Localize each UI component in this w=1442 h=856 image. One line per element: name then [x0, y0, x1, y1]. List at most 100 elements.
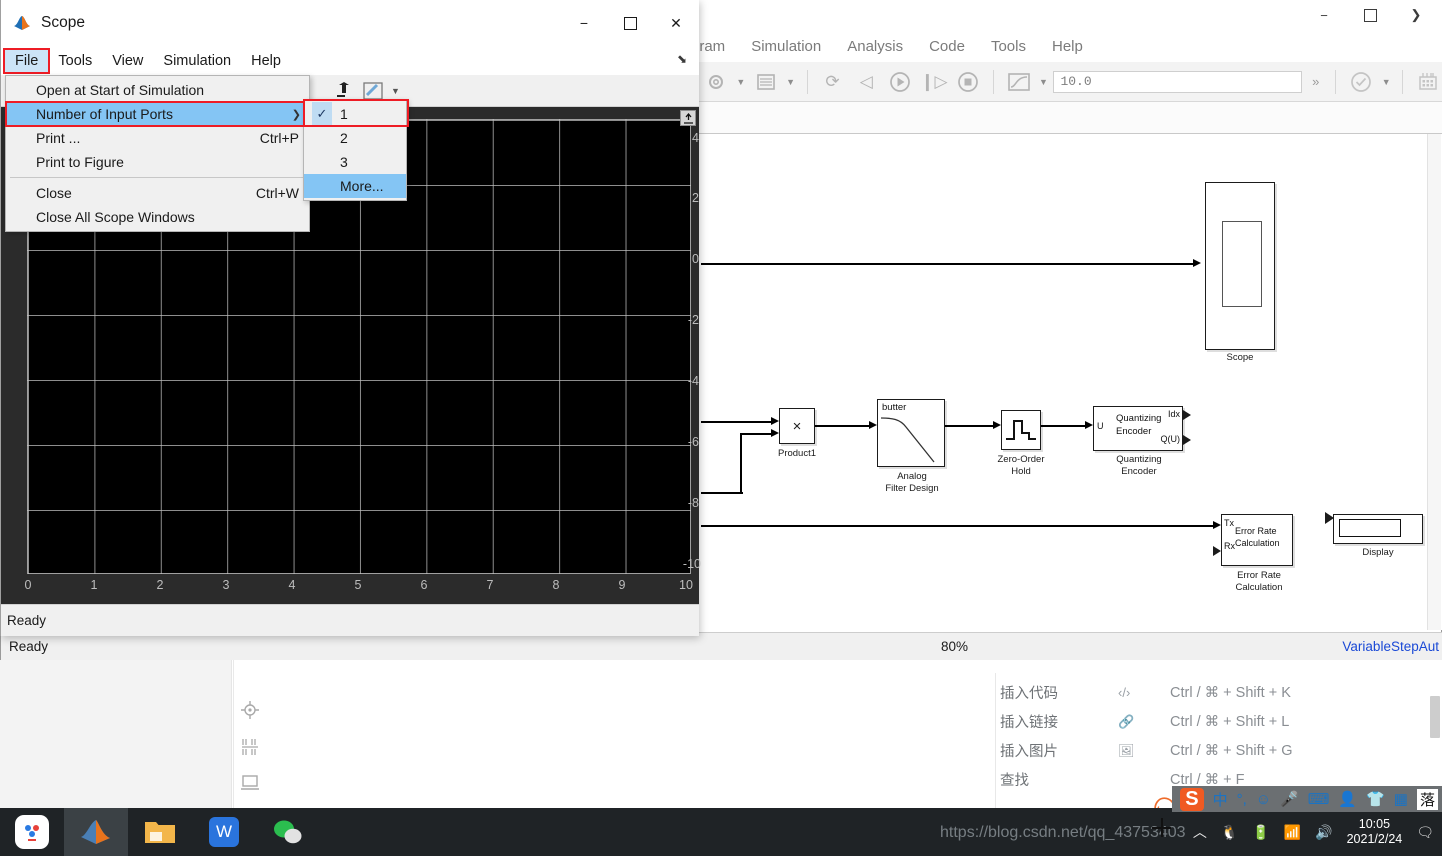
- menu-tools[interactable]: Tools: [48, 50, 102, 72]
- menu-simulation[interactable]: Simulation: [751, 38, 821, 55]
- step-back-icon[interactable]: ◁: [851, 67, 881, 97]
- run-icon[interactable]: [885, 67, 915, 97]
- stop-time-input[interactable]: 10.0: [1053, 70, 1303, 93]
- skin-icon[interactable]: 👕: [1366, 790, 1385, 808]
- chevron-up-icon[interactable]: ︿: [1193, 822, 1207, 842]
- taskbar[interactable]: W ︿ 🐧 🔋 📶 🔊 10:05 2021/2/24 🗨: [0, 808, 1442, 856]
- menu-item-close-all-scope-windows[interactable]: Close All Scope Windows: [6, 205, 309, 229]
- screen-icon[interactable]: [238, 771, 262, 795]
- block-analog-filter-design[interactable]: butter: [877, 399, 945, 467]
- scope-menubar[interactable]: File Tools View Simulation Help: [1, 46, 699, 75]
- block-glyph-error-rate: Error Rate Calculation: [1235, 526, 1280, 548]
- block-scope[interactable]: [1205, 182, 1275, 350]
- maximize-button[interactable]: [607, 0, 653, 46]
- chinese-mode-icon[interactable]: 中: [1213, 789, 1228, 810]
- toolbar-overflow-button[interactable]: »: [1306, 74, 1325, 89]
- clock[interactable]: 10:05 2021/2/24: [1347, 817, 1403, 847]
- menu-item-accel: Ctrl+W: [255, 185, 299, 201]
- y-tick-label: -6: [687, 435, 699, 449]
- y-tick-label: -2: [687, 313, 699, 327]
- volume-icon[interactable]: 🔊: [1315, 824, 1332, 841]
- taskbar-item-wps[interactable]: W: [192, 808, 256, 856]
- toolbar-separator: [992, 69, 994, 94]
- undock-arrow-icon[interactable]: ⬊: [677, 52, 687, 66]
- menu-item-number-of-input-ports[interactable]: Number of Input Ports ❯: [5, 101, 310, 127]
- submenu-item-3[interactable]: 3: [304, 150, 406, 174]
- sogou-logo-icon[interactable]: S: [1180, 787, 1204, 811]
- emoji-icon[interactable]: ☺: [1256, 791, 1271, 808]
- float-axes-icon[interactable]: [680, 110, 696, 126]
- resize-icon[interactable]: [238, 735, 262, 759]
- x-tick-label: 7: [486, 578, 494, 592]
- menu-item-print-to-figure[interactable]: Print to Figure: [6, 150, 309, 174]
- block-display[interactable]: [1333, 514, 1423, 544]
- menu-help[interactable]: Help: [1052, 38, 1083, 55]
- outport-triangle: [1183, 435, 1191, 445]
- grid-icon[interactable]: [1413, 67, 1442, 97]
- menu-analysis[interactable]: Analysis: [847, 38, 903, 55]
- scope-chart-icon[interactable]: [1004, 67, 1034, 97]
- chevron-down-icon[interactable]: ▼: [389, 86, 400, 96]
- scrollbar-thumb[interactable]: [1430, 696, 1440, 738]
- target-icon[interactable]: [238, 698, 262, 722]
- chevron-down-icon[interactable]: ▼: [785, 77, 797, 87]
- block-zero-order-hold[interactable]: [1001, 410, 1041, 450]
- scope-window-controls[interactable]: − ✕: [561, 0, 699, 46]
- taskbar-item-file-explorer[interactable]: [128, 808, 192, 856]
- menu-view[interactable]: View: [102, 50, 153, 72]
- check-circle-icon[interactable]: [1346, 67, 1376, 97]
- qq-icon[interactable]: 🐧: [1221, 824, 1238, 841]
- submenu-item-1[interactable]: ✓ 1: [304, 102, 406, 126]
- update-model-icon[interactable]: ⟳: [818, 67, 848, 97]
- menu-item-print[interactable]: Print ... Ctrl+P: [6, 126, 309, 150]
- punctuation-icon[interactable]: °,: [1237, 791, 1247, 808]
- voice-icon[interactable]: 🎤: [1280, 790, 1299, 808]
- solver-name[interactable]: VariableStepAut: [1342, 639, 1439, 654]
- keyboard-icon[interactable]: ⌨: [1308, 790, 1330, 808]
- system-tray[interactable]: ︿ 🐧 🔋 📶 🔊 10:05 2021/2/24 🗨: [1193, 808, 1442, 856]
- menu-file[interactable]: File: [2, 47, 51, 74]
- user-icon[interactable]: 👤: [1338, 790, 1357, 808]
- file-explorer-icon: [145, 822, 175, 843]
- menu-simulation[interactable]: Simulation: [153, 50, 241, 72]
- submenu-item-2[interactable]: 2: [304, 126, 406, 150]
- gear-icon[interactable]: [701, 67, 731, 97]
- menu-tools[interactable]: Tools: [991, 38, 1026, 55]
- block-error-rate-calculation[interactable]: Error Rate Calculation Tx Rx: [1221, 514, 1293, 566]
- maximize-button[interactable]: [1347, 0, 1393, 30]
- expand-button[interactable]: ❯: [1393, 0, 1439, 30]
- wifi-icon[interactable]: 📶: [1284, 824, 1301, 841]
- block-quantizing-encoder[interactable]: Quantizing Encoder U Idx Q(U): [1093, 406, 1183, 451]
- ime-toolbar[interactable]: S 中 °, ☺ 🎤 ⌨ 👤 👕 ▦ 落: [1172, 786, 1442, 812]
- chevron-down-icon[interactable]: ▼: [735, 77, 747, 87]
- taskbar-item-wechat[interactable]: [256, 808, 320, 856]
- stop-icon[interactable]: [953, 67, 983, 97]
- minimize-button[interactable]: −: [1301, 0, 1347, 30]
- battery-icon[interactable]: 🔋: [1252, 824, 1269, 841]
- submenu-item-more[interactable]: More...: [304, 174, 406, 198]
- step-forward-icon[interactable]: ❙▷: [919, 67, 949, 97]
- apps-icon[interactable]: ▦: [1394, 790, 1408, 808]
- file-dropdown-menu[interactable]: Open at Start of Simulation Number of In…: [5, 75, 310, 232]
- menu-item-open-at-start[interactable]: Open at Start of Simulation: [6, 78, 309, 102]
- submenu-item-label: More...: [340, 178, 384, 194]
- minimize-button[interactable]: −: [561, 0, 607, 46]
- link-icon: 🔗: [1118, 713, 1135, 729]
- taskbar-item-matlab[interactable]: [64, 808, 128, 856]
- model-settings-icon[interactable]: [751, 67, 781, 97]
- input-ports-submenu[interactable]: ✓ 1 2 3 More...: [303, 99, 409, 201]
- wire-to-scope: [701, 263, 1193, 265]
- chevron-down-icon[interactable]: ▼: [1038, 77, 1050, 87]
- toolbar-separator: [1335, 69, 1337, 94]
- zoom-level[interactable]: 80%: [941, 639, 968, 654]
- simulink-window-controls[interactable]: − ❯: [1301, 0, 1439, 30]
- canvas-vertical-scrollbar[interactable]: [1427, 134, 1441, 738]
- notification-icon[interactable]: 🗨: [1416, 824, 1434, 841]
- chevron-down-icon[interactable]: ▼: [1380, 77, 1392, 87]
- menu-item-close[interactable]: Close Ctrl+W: [6, 181, 309, 205]
- block-product1[interactable]: ×: [779, 408, 815, 444]
- menu-code[interactable]: Code: [929, 38, 965, 55]
- close-button[interactable]: ✕: [653, 0, 699, 46]
- menu-help[interactable]: Help: [241, 50, 291, 72]
- taskbar-item-baidu-netdisk[interactable]: [0, 808, 64, 856]
